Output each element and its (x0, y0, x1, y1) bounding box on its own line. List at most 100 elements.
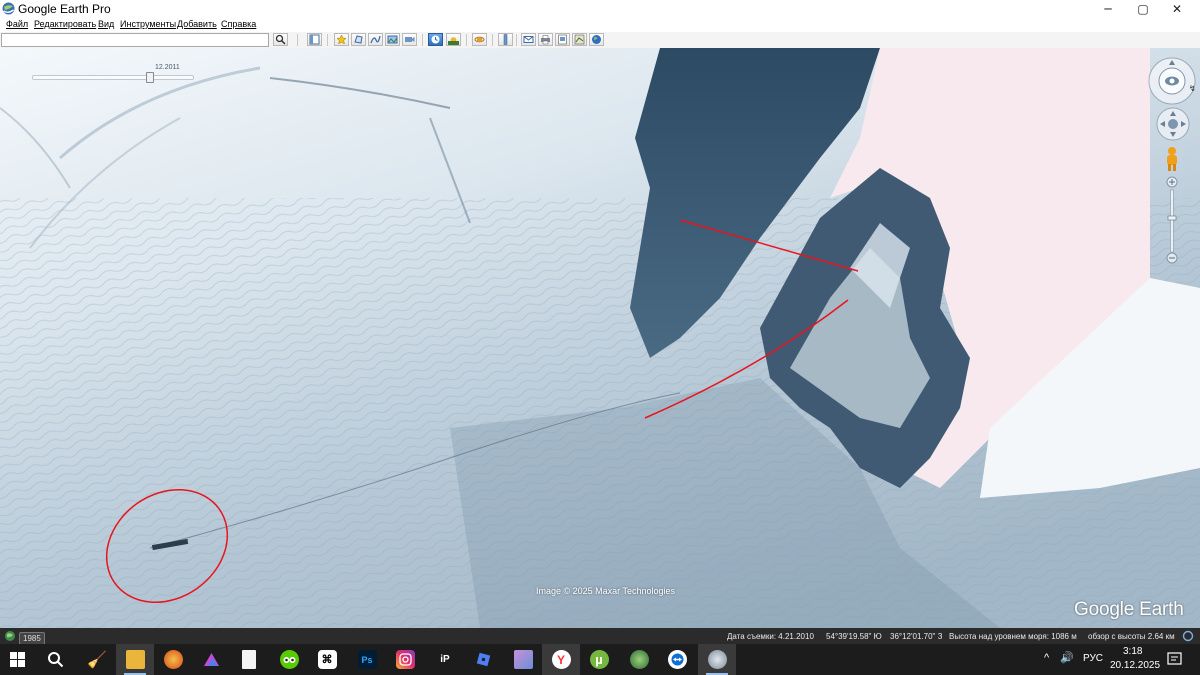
satellite-imagery (0, 48, 1200, 628)
google-earth-logo: Google Earth (1074, 599, 1184, 620)
sidebar-toggle-icon (309, 34, 320, 45)
toolbar-separator (516, 34, 517, 46)
close-button[interactable]: ✕ (1154, 0, 1200, 18)
eye-altitude-readout: обзор с высоты 2.64 км (1088, 632, 1175, 641)
look-joystick[interactable] (1147, 56, 1199, 108)
taskbar-app-notepad[interactable] (230, 644, 268, 675)
taskbar-app-map[interactable] (620, 644, 658, 675)
add-polygon-button[interactable] (351, 33, 366, 46)
imagery-credit: Image © 2025 Maxar Technologies (536, 586, 676, 596)
sidebar-toggle-button[interactable] (307, 33, 322, 46)
unknown-browser-icon (163, 650, 183, 669)
email-icon (523, 36, 534, 43)
email-button[interactable] (521, 33, 536, 46)
save-image-icon (558, 34, 567, 45)
menu-view[interactable]: Вид (98, 19, 114, 29)
title-bar: Google Earth Pro ─ ▢ ✕ (0, 0, 1200, 18)
instagram-icon (395, 650, 415, 669)
placemark-icon (336, 34, 347, 45)
globe-status-icon (5, 631, 15, 641)
search-input[interactable] (1, 33, 269, 47)
google-earth-app-icon (2, 2, 15, 15)
menu-help[interactable]: Справка (221, 19, 256, 29)
notifications-icon[interactable] (1167, 652, 1182, 667)
taskbar-app-teamviewer[interactable] (658, 644, 696, 675)
add-placemark-button[interactable] (334, 33, 349, 46)
taskbar-app-google-earth[interactable] (698, 644, 736, 675)
taskbar-app-duolingo[interactable] (270, 644, 308, 675)
taskbar-app-photoshop[interactable]: Ps (348, 644, 386, 675)
longitude-readout: 36°12'01.70" З (890, 632, 943, 641)
elevation-readout: Высота над уровнем моря: 1086 м (949, 632, 1077, 641)
menu-tools[interactable]: Инструменты (120, 19, 176, 29)
taskbar-app-image-viewer[interactable] (504, 644, 542, 675)
taskbar-app-cleaner[interactable]: 🧹 (78, 644, 116, 675)
menu-bar: Файл Редактировать Вид Инструменты Добав… (0, 18, 1200, 32)
sunlight-button[interactable] (446, 33, 461, 46)
yandex-browser-icon: Y (551, 650, 571, 669)
image-overlay-button[interactable] (385, 33, 400, 46)
roblox-icon (474, 650, 493, 669)
taskbar-app-utorrent[interactable]: µ (580, 644, 618, 675)
status-bar: 1985 Дата съемки: 4.21.2010 54°39'19.58"… (0, 628, 1200, 645)
volume-icon[interactable]: 🔊 (1060, 651, 1074, 664)
map-app-icon (629, 650, 649, 669)
planets-icon (474, 36, 485, 43)
ruler-icon (503, 34, 508, 45)
record-tour-icon (405, 37, 415, 42)
print-button[interactable] (538, 33, 553, 46)
clock-date[interactable]: 20.12.2025 (1110, 660, 1160, 671)
broom-icon: 🧹 (87, 651, 107, 669)
planets-button[interactable] (472, 33, 487, 46)
time-slider-track[interactable] (32, 75, 194, 80)
add-path-button[interactable] (368, 33, 383, 46)
clock-time[interactable]: 3:18 (1123, 646, 1142, 657)
street-view-pegman-icon[interactable] (1163, 146, 1181, 172)
toolbar (0, 32, 1200, 49)
north-reset-icon[interactable]: ↯ (1189, 84, 1196, 93)
move-joystick[interactable] (1155, 106, 1191, 142)
taskbar-app-ibis-paint[interactable]: iP (426, 644, 464, 675)
time-slider-thumb[interactable] (146, 72, 154, 83)
windows-taskbar: 🧹 ⌘ Ps iP Y µ ^ 🔊 РУС 3:18 20.12.2025 (0, 644, 1200, 675)
toolbar-separator (422, 34, 423, 46)
earth-icon (592, 35, 601, 44)
historical-imagery-button[interactable] (428, 33, 443, 46)
menu-add[interactable]: Добавить (177, 19, 217, 29)
menu-edit[interactable]: Редактировать (34, 19, 96, 29)
ruler-button[interactable] (498, 33, 513, 46)
search-taskbar-icon[interactable] (47, 651, 64, 668)
language-indicator[interactable]: РУС (1083, 653, 1103, 664)
streaming-progress-icon (1182, 630, 1194, 642)
save-image-button[interactable] (555, 33, 570, 46)
windows-start-icon[interactable] (10, 652, 25, 667)
toolbar-separator (492, 34, 493, 46)
notepad-icon (242, 650, 256, 669)
teamviewer-icon (667, 650, 687, 669)
map-view[interactable]: 12.2011 Image © 2025 Maxar Technologies … (0, 48, 1200, 628)
taskbar-app-browser[interactable] (154, 644, 192, 675)
historical-imagery-icon (431, 35, 440, 44)
search-button[interactable] (273, 33, 288, 46)
ibis-paint-icon: iP (440, 654, 450, 665)
taskbar-app-instagram[interactable] (386, 644, 424, 675)
menu-file[interactable]: Файл (6, 19, 28, 29)
tray-overflow-chevron[interactable]: ^ (1044, 652, 1049, 664)
zoom-slider[interactable] (1164, 176, 1180, 266)
view-in-maps-icon (574, 34, 585, 45)
taskbar-app-yandex-browser[interactable]: Y (542, 644, 580, 675)
taskbar-app-roblox[interactable] (464, 644, 502, 675)
taskbar-app-affinity[interactable] (192, 644, 230, 675)
historical-time-slider[interactable]: 12.2011 (18, 64, 200, 83)
taskbar-app-capcut[interactable]: ⌘ (308, 644, 346, 675)
taskbar-app-file-explorer[interactable] (116, 644, 154, 675)
photoshop-icon: Ps (357, 650, 377, 669)
toolbar-separator (327, 34, 328, 46)
record-tour-button[interactable] (402, 33, 417, 46)
image-overlay-icon (387, 35, 398, 44)
polygon-icon (354, 35, 363, 44)
view-in-maps-button[interactable] (572, 33, 587, 46)
search-icon (275, 34, 286, 45)
print-icon (541, 35, 550, 45)
earth-button[interactable] (589, 33, 604, 46)
